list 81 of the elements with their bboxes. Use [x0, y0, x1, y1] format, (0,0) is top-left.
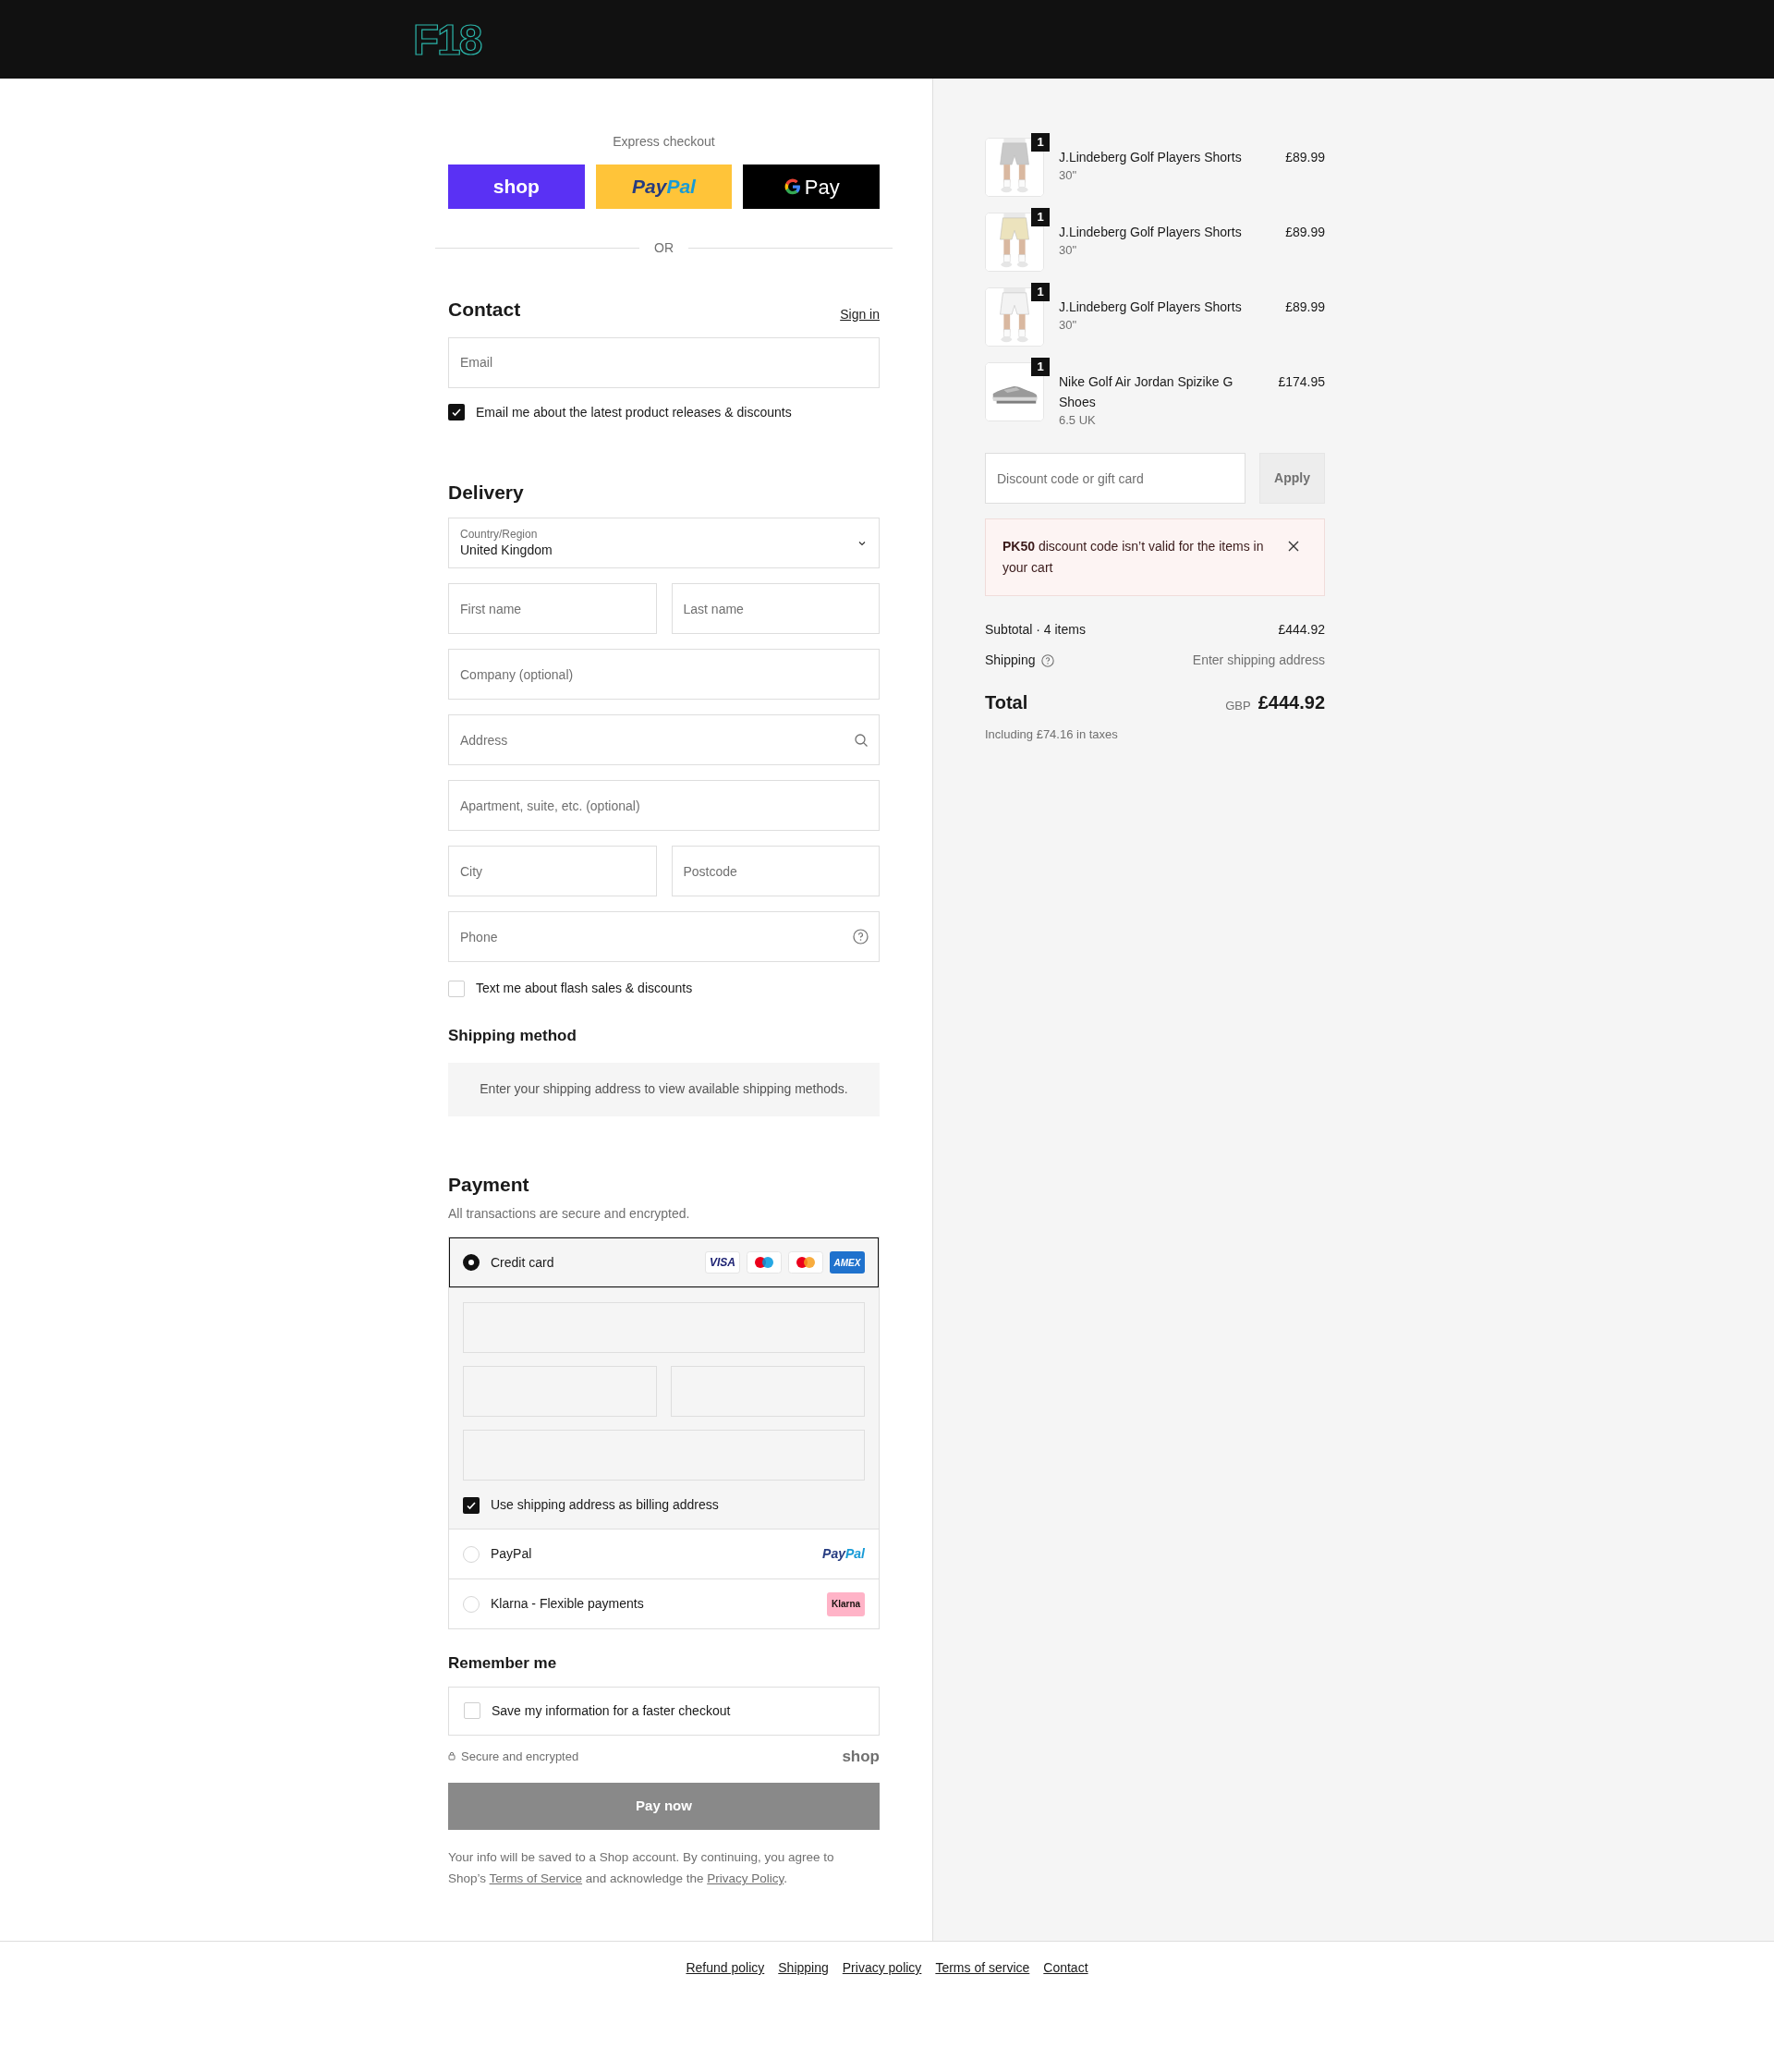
product-variant: 30" — [1059, 317, 1078, 334]
input-field[interactable]: Postcode — [671, 846, 880, 896]
input-field[interactable]: Last name — [671, 583, 880, 634]
pay-now-button[interactable]: Pay now — [448, 1783, 880, 1830]
info-panel: Enter your shipping address to view available shipping methods. — [448, 1062, 880, 1116]
help-icon[interactable] — [1040, 653, 1054, 667]
paypal-button[interactable]: PayPal — [595, 165, 733, 209]
input-field[interactable]: Phone — [448, 911, 880, 962]
quantity-badge: 1 — [1031, 283, 1050, 301]
input-field[interactable]: Company (optional) — [448, 649, 880, 700]
checkbox-label: Text me about flash sales & discounts — [476, 980, 693, 997]
shop-logo: shop — [842, 1746, 880, 1767]
shipping-value: Enter shipping address — [1192, 652, 1325, 669]
input-field[interactable]: First name — [448, 583, 657, 634]
paypal-logo: PayPal — [822, 1545, 865, 1563]
product-price: £89.99 — [1285, 299, 1325, 316]
section-heading: Contact — [448, 298, 521, 322]
footer-link[interactable]: Shipping — [778, 1958, 829, 1978]
checkbox[interactable] — [464, 1702, 480, 1719]
country-select[interactable]: Country/Region United Kingdom — [448, 518, 880, 568]
footer-link[interactable]: Refund policy — [686, 1958, 765, 1978]
google-icon — [783, 177, 802, 196]
product-name: J.Lindeberg Golf Players Shorts — [1059, 224, 1243, 241]
currency-code: GBP — [1225, 697, 1251, 714]
product-price: £174.95 — [1278, 373, 1325, 391]
payment-option[interactable]: Credit card VISA AMEX — [449, 1237, 879, 1287]
input-field[interactable]: City — [448, 846, 657, 896]
lock-icon — [448, 1751, 456, 1761]
close-icon[interactable] — [1287, 540, 1300, 553]
section-label: Express checkout — [612, 133, 716, 151]
error-message: PK50 discount code isn’t valid for the items in your cart — [1002, 538, 1265, 577]
checkbox[interactable] — [463, 1496, 480, 1514]
amex-logo: AMEX — [830, 1251, 865, 1274]
google-pay-button[interactable]: Pay — [743, 165, 880, 209]
section-subtitle: All transactions are secure and encrypted. — [448, 1205, 691, 1223]
total-value: £444.92 — [1258, 691, 1325, 714]
quantity-badge: 1 — [1031, 208, 1050, 226]
quantity-badge: 1 — [1031, 133, 1050, 152]
footer-link[interactable]: Privacy policy — [842, 1958, 922, 1978]
product-price: £89.99 — [1285, 149, 1325, 166]
input-field[interactable]: Address — [448, 714, 880, 765]
section-heading: Shipping method — [448, 1026, 577, 1046]
policy-link[interactable]: Terms of Service — [489, 1871, 583, 1885]
quantity-badge: 1 — [1031, 358, 1050, 376]
section-heading: Delivery — [448, 480, 525, 505]
search-icon — [854, 732, 869, 748]
input-field[interactable]: Email — [448, 336, 880, 388]
card-brand-icon — [747, 1251, 782, 1274]
total-label: Total — [985, 691, 1028, 714]
klarna-logo: Klarna — [827, 1591, 865, 1616]
product-price: £89.99 — [1285, 224, 1325, 241]
footer-link[interactable]: Terms of service — [935, 1958, 1030, 1978]
secure-note: Secure and encrypted — [461, 1748, 579, 1765]
help-icon — [853, 929, 869, 945]
section-heading: Payment — [448, 1172, 530, 1197]
visa-logo: VISA — [705, 1251, 740, 1274]
footer-link[interactable]: Contact — [1043, 1958, 1088, 1978]
tax-note: Including £74.16 in taxes — [985, 726, 1119, 743]
product-name: J.Lindeberg Golf Players Shorts — [1059, 149, 1243, 166]
card-brand-icon — [788, 1251, 823, 1274]
checkbox[interactable] — [448, 404, 465, 420]
shop-pay-button[interactable]: shop — [448, 165, 585, 209]
subtotal-label: Subtotal · 4 items — [985, 621, 1086, 639]
product-variant: 6.5 UK — [1059, 412, 1097, 429]
checkbox-label: Email me about the latest product releases & discounts — [476, 403, 792, 421]
remember-me-option[interactable]: Save my information for a faster checkout — [448, 1686, 880, 1736]
input-field[interactable]: Apartment, suite, etc. (optional) — [448, 780, 880, 831]
shipping-label: Shipping — [985, 652, 1036, 669]
radio-button[interactable] — [463, 1254, 480, 1271]
section-heading: Remember me — [448, 1653, 558, 1674]
disclaimer-text: Your info will be saved to a Shop account. By continuing, you agree to Shop’s Terms of Service and acknowledge the Privacy Policy. — [448, 1849, 835, 1887]
checkbox[interactable] — [448, 980, 465, 997]
sign-in-link[interactable]: Sign in — [840, 304, 880, 324]
subtotal-value: £444.92 — [1278, 621, 1325, 639]
divider-label: OR — [654, 239, 674, 257]
logo[interactable]: F18 — [413, 18, 481, 61]
product-name: Nike Golf Air Jordan Spizike G Shoes — [1059, 373, 1234, 411]
product-variant: 30" — [1059, 242, 1078, 259]
product-name: J.Lindeberg Golf Players Shorts — [1059, 299, 1243, 316]
product-variant: 30" — [1059, 167, 1078, 184]
checkbox-label: Use shipping address as billing address — [491, 1496, 719, 1514]
